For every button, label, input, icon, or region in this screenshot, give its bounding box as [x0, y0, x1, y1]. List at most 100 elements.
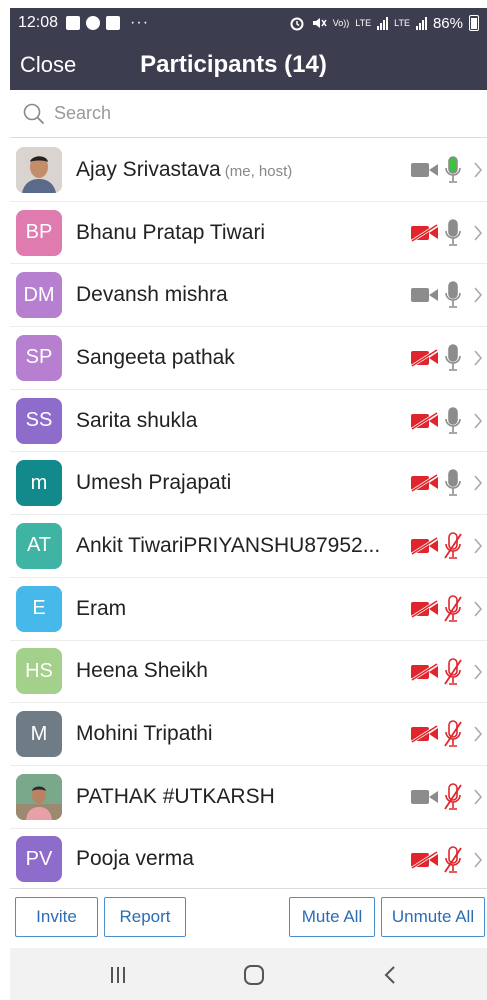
chevron-right-icon[interactable]: [472, 159, 484, 181]
chevron-right-icon[interactable]: [472, 598, 484, 620]
avatar-initials: DM: [23, 283, 55, 306]
avatar-initials: PV: [25, 847, 53, 870]
microphone-icon[interactable]: [443, 155, 463, 185]
video-off-icon[interactable]: [410, 349, 440, 368]
participant-row[interactable]: E Eram: [10, 578, 487, 641]
chevron-right-icon[interactable]: [472, 347, 484, 369]
video-off-icon[interactable]: [410, 850, 440, 869]
chevron-right-icon[interactable]: [472, 786, 484, 808]
participant-row[interactable]: DM Devansh mishra: [10, 264, 487, 328]
participant-name: PATHAK #UTKARSH: [76, 784, 275, 808]
mic-muted-icon[interactable]: [443, 782, 463, 812]
chevron-right-icon[interactable]: [472, 723, 484, 745]
unmute-all-button[interactable]: Unmute All: [381, 897, 485, 937]
participant-name-wrap: Pooja verma: [76, 847, 394, 871]
battery-icon: [469, 15, 479, 31]
video-off-icon[interactable]: [410, 662, 440, 681]
participant-name: Umesh Prajapati: [76, 471, 232, 495]
avatar: AT: [16, 522, 62, 569]
participant-name: Mohini Tripathi: [76, 722, 213, 746]
video-off-icon[interactable]: [410, 411, 440, 430]
participant-name: Sarita shukla: [76, 408, 198, 432]
avatar-initials: E: [32, 597, 46, 620]
avatar: [16, 773, 62, 820]
chevron-right-icon[interactable]: [472, 535, 484, 557]
notification-icons: [66, 16, 121, 30]
chevron-right-icon[interactable]: [472, 222, 484, 244]
avatar: BP: [16, 209, 62, 256]
video-icon[interactable]: [410, 788, 440, 806]
volte-indicator: Vo)): [332, 17, 350, 28]
recent-apps-icon[interactable]: [108, 964, 128, 986]
participant-row[interactable]: SP Sangeeta pathak: [10, 327, 487, 390]
video-off-icon[interactable]: [410, 223, 440, 242]
microphone-icon[interactable]: [443, 406, 463, 436]
chevron-right-icon[interactable]: [472, 661, 484, 683]
mic-muted-icon[interactable]: [443, 594, 463, 624]
avatar-initials: AT: [26, 534, 52, 557]
mic-muted-icon[interactable]: [443, 657, 463, 687]
participant-name-wrap: Devansh mishra: [76, 283, 394, 307]
participant-name-wrap: Ankit TiwariPRIYANSHU87952...: [76, 534, 394, 558]
avatar: DM: [16, 272, 62, 319]
participant-name-wrap: Bhanu Pratap Tiwari: [76, 221, 394, 245]
search-input[interactable]: [54, 103, 487, 124]
mic-muted-icon[interactable]: [443, 719, 463, 749]
avatar: SP: [16, 334, 62, 381]
participant-name-wrap: Mohini Tripathi: [76, 722, 394, 746]
microphone-icon[interactable]: [443, 343, 463, 373]
chevron-right-icon[interactable]: [472, 410, 484, 432]
participant-name: Eram: [76, 596, 127, 620]
status-time: 12:08: [18, 14, 59, 31]
chevron-right-icon[interactable]: [472, 284, 484, 306]
participant-row[interactable]: M Mohini Tripathi: [10, 703, 487, 766]
status-right: Vo)) LTE LTE 86%: [289, 15, 479, 32]
alarm-icon: [290, 17, 304, 31]
participant-row[interactable]: HS Heena Sheikh: [10, 641, 487, 704]
participant-name-wrap: Eram: [76, 597, 394, 621]
video-off-icon[interactable]: [410, 537, 440, 556]
header-bar: Close Participants (14): [10, 38, 487, 90]
profile-photo: [16, 773, 62, 820]
image-icon: [106, 16, 121, 30]
back-icon[interactable]: [382, 964, 398, 986]
avatar-initials: HS: [25, 659, 53, 682]
avatar: PV: [16, 836, 62, 883]
participant-list: Ajay Srivastava (me, host) BP Bhanu Pratap …: [10, 139, 487, 892]
whatsapp-icon: [86, 16, 101, 30]
participant-row[interactable]: m Umesh Prajapati: [10, 452, 487, 516]
video-icon[interactable]: [410, 161, 440, 179]
video-icon[interactable]: [410, 286, 440, 304]
search-bar[interactable]: [10, 90, 487, 138]
gallery-icon: [66, 16, 81, 30]
mic-muted-icon[interactable]: [443, 531, 463, 561]
android-nav-bar: [10, 948, 487, 1000]
avatar: HS: [16, 648, 62, 695]
participant-name: Heena Sheikh: [76, 659, 208, 683]
microphone-icon[interactable]: [443, 468, 463, 498]
participant-row[interactable]: AT Ankit TiwariPRIYANSHU87952...: [10, 515, 487, 578]
microphone-icon[interactable]: [443, 280, 463, 310]
chevron-right-icon[interactable]: [472, 849, 484, 871]
participant-row[interactable]: SS Sarita shukla: [10, 390, 487, 453]
chevron-right-icon[interactable]: [472, 472, 484, 494]
mute-all-button[interactable]: Mute All: [289, 897, 375, 937]
microphone-icon[interactable]: [443, 218, 463, 248]
participant-row[interactable]: Ajay Srivastava (me, host): [10, 139, 487, 202]
invite-button[interactable]: Invite: [15, 897, 98, 937]
video-off-icon[interactable]: [410, 599, 440, 618]
video-off-icon[interactable]: [410, 725, 440, 744]
avatar-initials: SP: [25, 346, 53, 369]
report-button[interactable]: Report: [104, 897, 186, 937]
more-notifications: ···: [130, 14, 150, 31]
participant-row[interactable]: BP Bhanu Pratap Tiwari: [10, 202, 487, 265]
avatar: m: [16, 460, 62, 507]
mic-muted-icon[interactable]: [443, 845, 463, 875]
participant-row[interactable]: PATHAK #UTKARSH: [10, 766, 487, 829]
avatar-initials: M: [30, 722, 48, 745]
video-off-icon[interactable]: [410, 474, 440, 493]
host-tag: (me, host): [224, 162, 293, 180]
participant-row[interactable]: PV Pooja verma: [10, 829, 487, 892]
home-icon[interactable]: [243, 964, 265, 986]
participant-name: Ajay Srivastava: [76, 157, 221, 181]
